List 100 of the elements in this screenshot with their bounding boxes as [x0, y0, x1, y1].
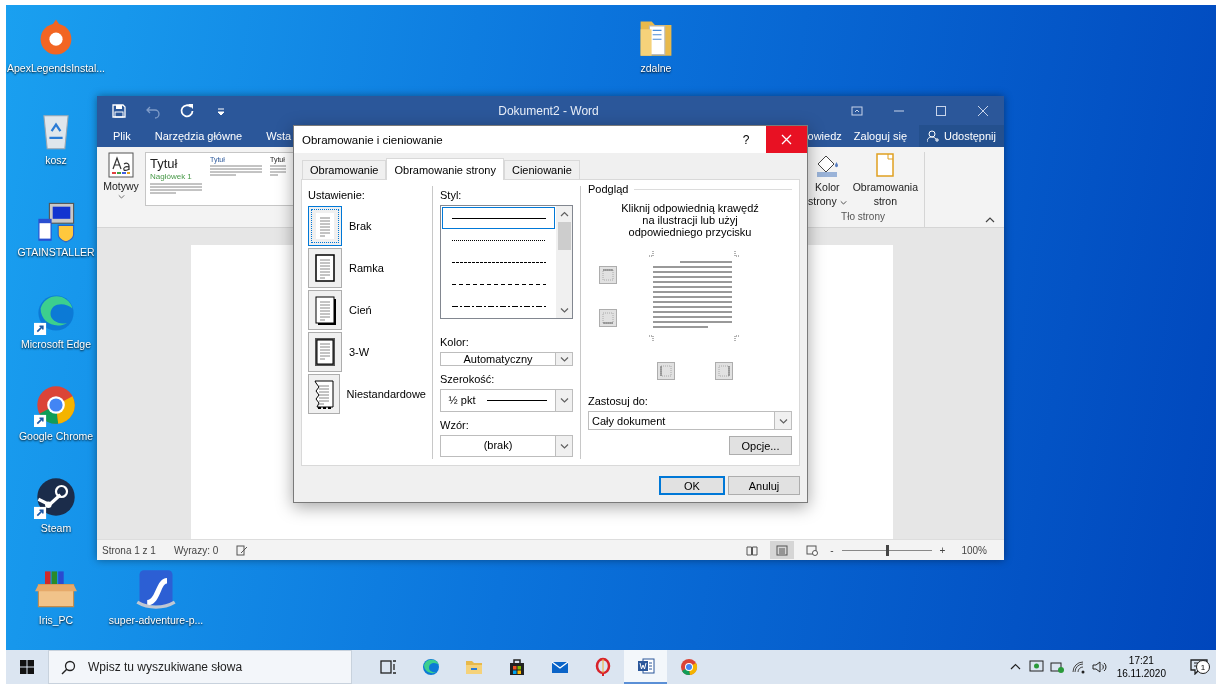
collapse-ribbon-icon[interactable]	[985, 217, 995, 223]
dialog-tab[interactable]: Obramowanie strony	[386, 158, 504, 180]
ribbon-tab[interactable]: Plik	[113, 130, 131, 142]
color-label: Kolor:	[440, 334, 470, 349]
border-edge-icon	[660, 365, 672, 377]
print-view-icon	[776, 544, 789, 556]
redo-icon[interactable]	[179, 102, 195, 119]
line-sample-icon	[451, 282, 546, 286]
save-icon[interactable]	[111, 102, 127, 119]
scroll-down-icon[interactable]	[559, 307, 569, 313]
zoom-in-button[interactable]: +	[939, 544, 946, 556]
desktop-icon-label: Google Chrome	[18, 430, 94, 442]
options-button[interactable]: Opcje...	[729, 436, 792, 455]
page-borders-button[interactable]: Obramowania stron	[852, 152, 918, 208]
tell-me-field[interactable]: owiedz	[807, 130, 842, 142]
style-title: Tytuł	[150, 156, 179, 171]
text-lines-icon	[270, 164, 286, 178]
ribbon-tab[interactable]: Wsta	[266, 130, 292, 142]
share-button[interactable]: Udostępnij	[919, 125, 1004, 147]
notifications-button[interactable]: 1	[1182, 659, 1216, 675]
print-view-button[interactable]	[770, 541, 795, 559]
custom-setting-button[interactable]	[308, 374, 340, 414]
scroll-up-icon[interactable]	[559, 211, 569, 217]
page-setting-icon	[312, 252, 338, 284]
web-view-icon	[806, 544, 819, 556]
themes-icon	[108, 152, 134, 178]
ribbon-group-label: Tło strony	[841, 211, 885, 222]
dialog-tab[interactable]: Obramowanie	[302, 160, 387, 179]
setting-option-label[interactable]: Niestandardowe	[346, 388, 426, 400]
border-toggle-button[interactable]	[599, 309, 617, 327]
proofing-icon[interactable]	[236, 544, 249, 556]
threed-setting-button[interactable]	[308, 332, 342, 372]
border-toggle-button[interactable]	[599, 266, 617, 284]
zoom-level[interactable]: 100%	[961, 544, 987, 556]
ribbon-tab[interactable]: Narzędzia główne	[154, 130, 243, 142]
zoom-slider-thumb[interactable]	[885, 544, 889, 556]
page-color-button[interactable]: Kolor strony	[808, 152, 847, 208]
desktop-icon-label: Microsoft Edge	[21, 338, 91, 350]
preview-label: Podgląd	[588, 183, 629, 195]
word-count: Wyrazy: 0	[173, 544, 219, 556]
art-dropdown[interactable]: (brak)	[440, 434, 573, 457]
desktop-icon-label: GTAINSTALLER	[17, 246, 95, 258]
word-app-icon	[635, 656, 656, 676]
dialog-title: Obramowanie i cieniowanie	[302, 133, 444, 146]
read-view-icon	[746, 544, 759, 556]
cancel-button[interactable]: Anuluj	[728, 476, 800, 495]
line-style-list[interactable]	[440, 205, 573, 319]
zoom-out-button[interactable]: -	[830, 544, 834, 556]
border-edge-icon	[718, 365, 730, 377]
desktop-icon-label: Iris_PC	[38, 614, 74, 626]
windows-start-icon[interactable]	[20, 660, 34, 674]
preview-hint: Kliknij odpowiednią krawędź na ilustracji lub użyj odpowiedniego przycisku	[620, 202, 760, 238]
color-dropdown[interactable]: Automatyczny	[440, 351, 573, 367]
style-label: Styl:	[440, 188, 463, 202]
page-setting-icon	[312, 336, 338, 368]
page-preview-drawing[interactable]	[648, 251, 740, 341]
word-taskbar-icon[interactable]	[624, 650, 667, 684]
none-setting-button[interactable]	[308, 206, 342, 246]
width-label: Szerokość:	[440, 372, 496, 387]
clock[interactable]: 17:21 16.11.2020	[1116, 654, 1166, 680]
steam-shortcut-icon[interactable]	[34, 475, 78, 519]
desktop-icon-label: Steam	[40, 522, 72, 534]
monitor-icon[interactable]	[1028, 660, 1044, 674]
line-style-option[interactable]	[442, 207, 555, 229]
desktop-icon-label: kosz	[45, 154, 67, 166]
search-field[interactable]: Wpisz tu wyszukiwane słowa	[48, 650, 352, 684]
text-lines-icon	[210, 164, 264, 178]
maximize-icon[interactable]	[935, 104, 947, 117]
sign-in-link[interactable]: Zaloguj się	[853, 130, 907, 142]
setting-option-label[interactable]: 3-W	[349, 346, 370, 358]
setting-option-label[interactable]: Cień	[349, 304, 372, 316]
box-setting-button[interactable]	[308, 248, 342, 288]
ribbon-display-options-icon[interactable]	[851, 104, 863, 117]
scrollbar-thumb[interactable]	[557, 222, 571, 250]
window-title: Dokument2 - Word	[497, 103, 600, 118]
themes-button[interactable]: Motywy	[100, 152, 142, 227]
setting-option-label[interactable]: Brak	[349, 220, 372, 232]
wifi-icon[interactable]	[1070, 660, 1086, 674]
width-dropdown[interactable]: ½ pkt	[440, 389, 573, 412]
scrollbar[interactable]	[556, 206, 572, 318]
line-sample-icon	[451, 304, 546, 308]
help-button[interactable]: ?	[726, 132, 766, 147]
apply-to-dropdown[interactable]: Cały dokument	[588, 411, 792, 430]
desktop-icon-label: super-adventure-p...	[108, 614, 204, 626]
ok-button[interactable]: OK	[659, 476, 725, 495]
border-edge-icon	[602, 312, 614, 324]
chrome-app-icon	[678, 657, 699, 677]
usb-drive-icon[interactable]	[1049, 660, 1065, 674]
desktop-icon-label: ApexLegendsInstal...	[6, 62, 106, 74]
dialog-tab[interactable]: Cieniowanie	[504, 160, 580, 179]
edge-app-icon	[420, 657, 441, 677]
art-label: Wzór:	[440, 417, 470, 432]
shadow-setting-button[interactable]	[308, 290, 342, 330]
border-toggle-button[interactable]	[715, 362, 733, 380]
close-icon[interactable]	[977, 104, 989, 117]
chrome-shortcut-icon[interactable]	[34, 383, 78, 427]
page-setting-icon	[312, 294, 338, 326]
border-toggle-button[interactable]	[657, 362, 675, 380]
speaker-icon[interactable]	[1091, 660, 1107, 674]
setting-option-label[interactable]: Ramka	[349, 262, 384, 274]
